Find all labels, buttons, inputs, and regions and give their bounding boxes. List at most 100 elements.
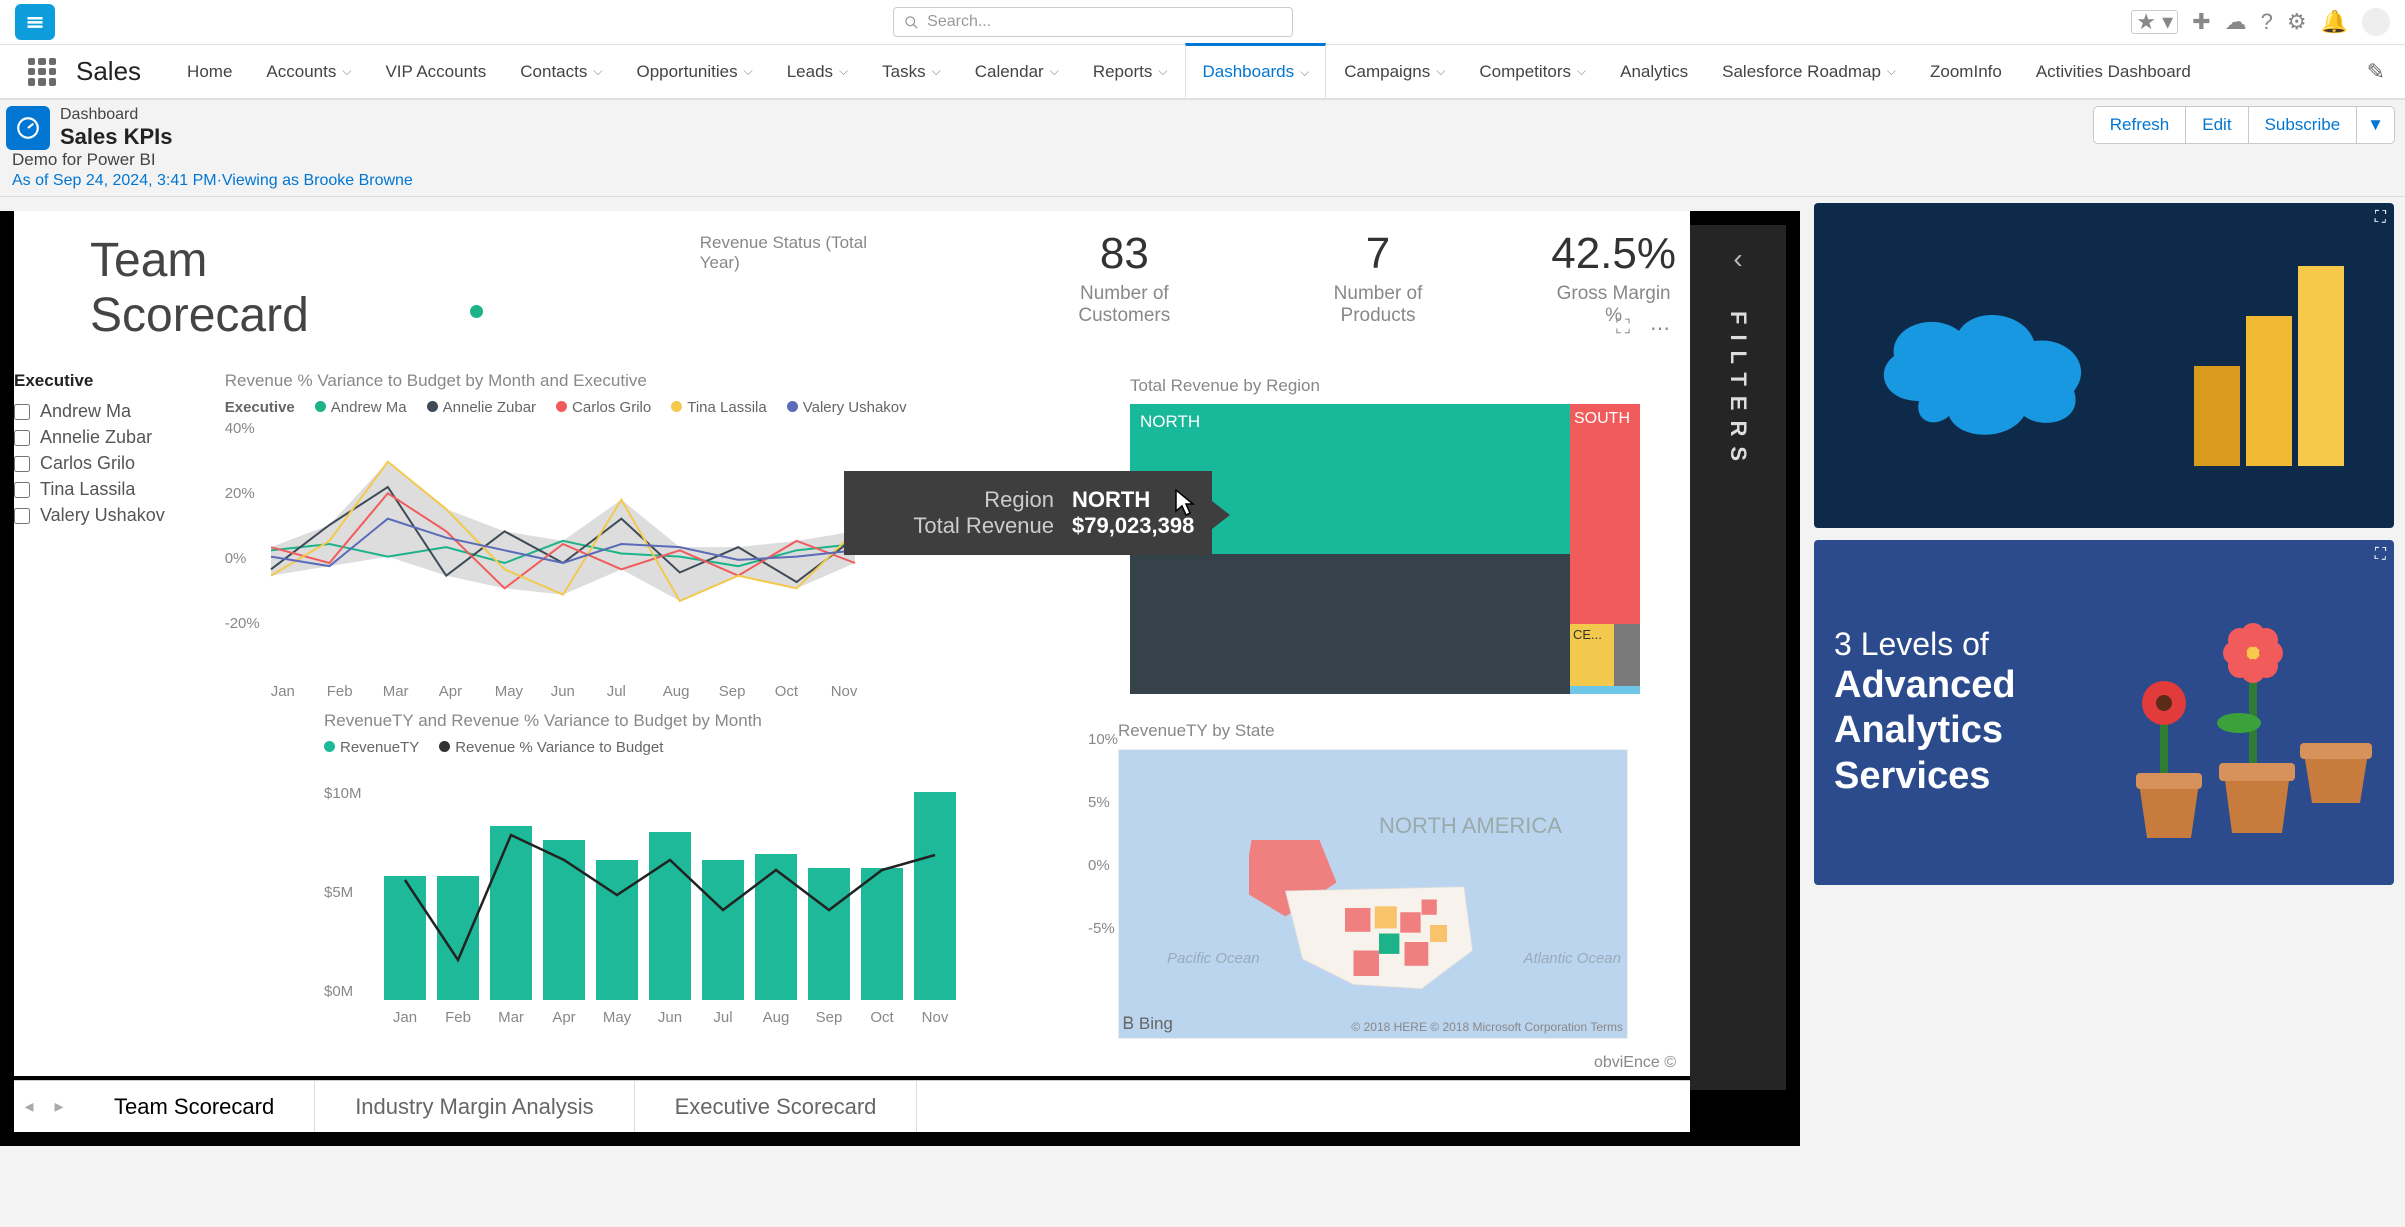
kpi-2: 42.5%Gross Margin % (1551, 229, 1676, 327)
favorites-dropdown[interactable]: ★ ▾ (2131, 10, 2178, 34)
nav-campaigns[interactable]: Campaigns⌵ (1328, 44, 1461, 99)
more-options-icon[interactable]: ⋯ (1650, 316, 1670, 341)
legend-valery-ushakov[interactable]: Valery Ushakov (787, 399, 907, 416)
nav-tasks[interactable]: Tasks⌵ (866, 44, 957, 99)
refresh-button[interactable]: Refresh (2093, 106, 2187, 144)
executive-filter-heading: Executive (14, 371, 165, 391)
nav-opportunities[interactable]: Opportunities⌵ (620, 44, 768, 99)
executive-filter: Executive Andrew Ma Annelie Zubar Carlos… (14, 371, 165, 700)
nav-activities-dashboard[interactable]: Activities Dashboard (2020, 44, 2207, 99)
record-type: Dashboard (60, 106, 173, 124)
legend-carlos-grilo[interactable]: Carlos Grilo (556, 399, 651, 416)
treemap-other[interactable] (1614, 624, 1640, 686)
nav-leads[interactable]: Leads⌵ (771, 44, 864, 99)
treemap-strip[interactable] (1570, 686, 1640, 694)
map-chart[interactable]: RevenueTY by State 10%5%0%-5% (1118, 721, 1660, 1039)
nav-home[interactable]: Home (171, 44, 248, 99)
nav-zoominfo[interactable]: ZoomInfo (1914, 44, 2018, 99)
add-icon[interactable]: ✚ (2192, 9, 2210, 35)
global-topbar: Search... ★ ▾ ✚ ☁ ? ⚙ 🔔 (0, 0, 2405, 45)
more-actions-dropdown[interactable]: ▼ (2357, 106, 2395, 144)
treemap-south[interactable]: SOUTH (1570, 404, 1640, 624)
powerbi-canvas: Team Scorecard Revenue Status (Total Yea… (14, 211, 1690, 1076)
report-tabs: ◂▸ Team ScorecardIndustry Margin Analysi… (14, 1080, 1690, 1132)
search-placeholder: Search... (927, 13, 991, 31)
legend-variance: Revenue % Variance to Budget (455, 739, 663, 756)
legend-heading: Executive (225, 399, 295, 416)
filters-label: FILTERS (1725, 311, 1751, 471)
nav-competitors[interactable]: Competitors⌵ (1463, 44, 1602, 99)
subscribe-button[interactable]: Subscribe (2249, 106, 2358, 144)
nav-dashboards[interactable]: Dashboards⌵ (1185, 43, 1326, 98)
nav-calendar[interactable]: Calendar⌵ (959, 44, 1075, 99)
bing-attribution: Ᏼ Bing (1123, 1014, 1173, 1034)
app-name: Sales (76, 56, 141, 87)
kpi-0: 83Number of Customers (1044, 229, 1205, 327)
dashboard-actions: Refresh Edit Subscribe ▼ (2093, 106, 2395, 144)
legend-annelie-zubar[interactable]: Annelie Zubar (427, 399, 536, 416)
report-tab-executive-scorecard[interactable]: Executive Scorecard (635, 1081, 918, 1132)
variance-line-chart[interactable]: JanFebMarAprMayJunJulAugSepOctNov 40%20%… (225, 420, 865, 700)
nav-contacts[interactable]: Contacts⌵ (504, 44, 618, 99)
expand-icon[interactable]: ⛶ (2375, 209, 2386, 227)
exec-checkbox-annelie-zubar[interactable]: Annelie Zubar (14, 427, 165, 448)
dashboard-asof[interactable]: As of Sep 24, 2024, 3:41 PM·Viewing as B… (12, 172, 413, 190)
help-icon[interactable]: ? (2261, 9, 2273, 35)
combo-chart-title: RevenueTY and Revenue % Variance to Budg… (324, 711, 964, 731)
dashboard-subtitle: Demo for Power BI (12, 150, 413, 170)
app-launcher-icon[interactable] (28, 58, 56, 86)
exec-checkbox-andrew-ma[interactable]: Andrew Ma (14, 401, 165, 422)
report-tab-team-scorecard[interactable]: Team Scorecard (74, 1081, 315, 1132)
tabs-next-icon[interactable]: ▸ (44, 1081, 74, 1132)
cursor-icon (1174, 489, 1196, 523)
avatar[interactable] (2362, 8, 2390, 36)
treemap-central[interactable]: CE... (1570, 624, 1614, 686)
notifications-bell-icon[interactable]: 🔔 (2321, 9, 2348, 35)
treemap-region-2[interactable] (1130, 554, 1570, 694)
focus-mode-icon[interactable]: ⛶ (1616, 316, 1630, 341)
dashboard-icon (6, 106, 50, 150)
treemap-title: Total Revenue by Region (1130, 376, 1640, 396)
dashboard-header: Dashboard Sales KPIs Demo for Power BI A… (0, 100, 2405, 197)
widget-analytics-services[interactable]: ⛶ 3 Levels of Advanced Analytics Service… (1814, 540, 2394, 885)
map-copyright: © 2018 HERE © 2018 Microsoft Corporation… (1351, 1020, 1623, 1034)
nav-analytics[interactable]: Analytics (1604, 44, 1704, 99)
combo-bar-chart[interactable]: $0M$5M$10M JanFebMarAprMayJunJulAugSepOc… (324, 760, 964, 1030)
powerbi-bars-icon (2194, 266, 2344, 466)
expand-icon[interactable]: ⛶ (2375, 546, 2386, 564)
edit-button[interactable]: Edit (2186, 106, 2248, 144)
legend-tina-lassila[interactable]: Tina Lassila (671, 399, 766, 416)
flower-pots-illustration (2114, 583, 2374, 843)
report-tab-industry-margin-analysis[interactable]: Industry Margin Analysis (315, 1081, 634, 1132)
app-badge[interactable] (15, 4, 55, 40)
treemap-tooltip: RegionNORTH Total Revenue$79,023,398 (844, 471, 1212, 555)
widget2-line1: 3 Levels of (1834, 626, 2104, 663)
widget2-line2: Advanced Analytics Services (1834, 663, 2104, 800)
tooltip-key-revenue: Total Revenue (864, 513, 1054, 539)
exec-checkbox-carlos-grilo[interactable]: Carlos Grilo (14, 453, 165, 474)
app-nav: Sales HomeAccounts⌵VIP AccountsContacts⌵… (0, 45, 2405, 100)
map-label-pacific: Pacific Ocean (1167, 950, 1260, 967)
legend-revty: RevenueTY (340, 739, 419, 756)
revenue-status-dot (470, 305, 483, 318)
salesforce-cloud-icon (1864, 291, 2104, 441)
edit-nav-icon[interactable]: ✎ (2367, 59, 2385, 85)
nav-vip-accounts[interactable]: VIP Accounts (369, 44, 502, 99)
global-search[interactable]: Search... (893, 7, 1293, 37)
filters-collapse-icon[interactable]: ‹ (1690, 225, 1786, 293)
filters-pane[interactable]: ‹ FILTERS (1690, 225, 1786, 1090)
legend-andrew-ma[interactable]: Andrew Ma (315, 399, 407, 416)
salesforce-icon[interactable]: ☁ (2225, 9, 2247, 35)
setup-gear-icon[interactable]: ⚙ (2287, 9, 2307, 35)
nav-accounts[interactable]: Accounts⌵ (250, 44, 367, 99)
powerbi-frame: Team Scorecard Revenue Status (Total Yea… (0, 211, 1800, 1146)
exec-checkbox-tina-lassila[interactable]: Tina Lassila (14, 479, 165, 500)
nav-salesforce-roadmap[interactable]: Salesforce Roadmap⌵ (1706, 44, 1912, 99)
nav-reports[interactable]: Reports⌵ (1077, 44, 1184, 99)
kpi-1: 7Number of Products (1305, 229, 1451, 327)
tabs-prev-icon[interactable]: ◂ (14, 1081, 44, 1132)
map-label-atlantic: Atlantic Ocean (1523, 950, 1621, 967)
widget-cloud-bars[interactable]: ⛶ (1814, 203, 2394, 528)
exec-checkbox-valery-ushakov[interactable]: Valery Ushakov (14, 505, 165, 526)
tooltip-key-region: Region (864, 487, 1054, 513)
